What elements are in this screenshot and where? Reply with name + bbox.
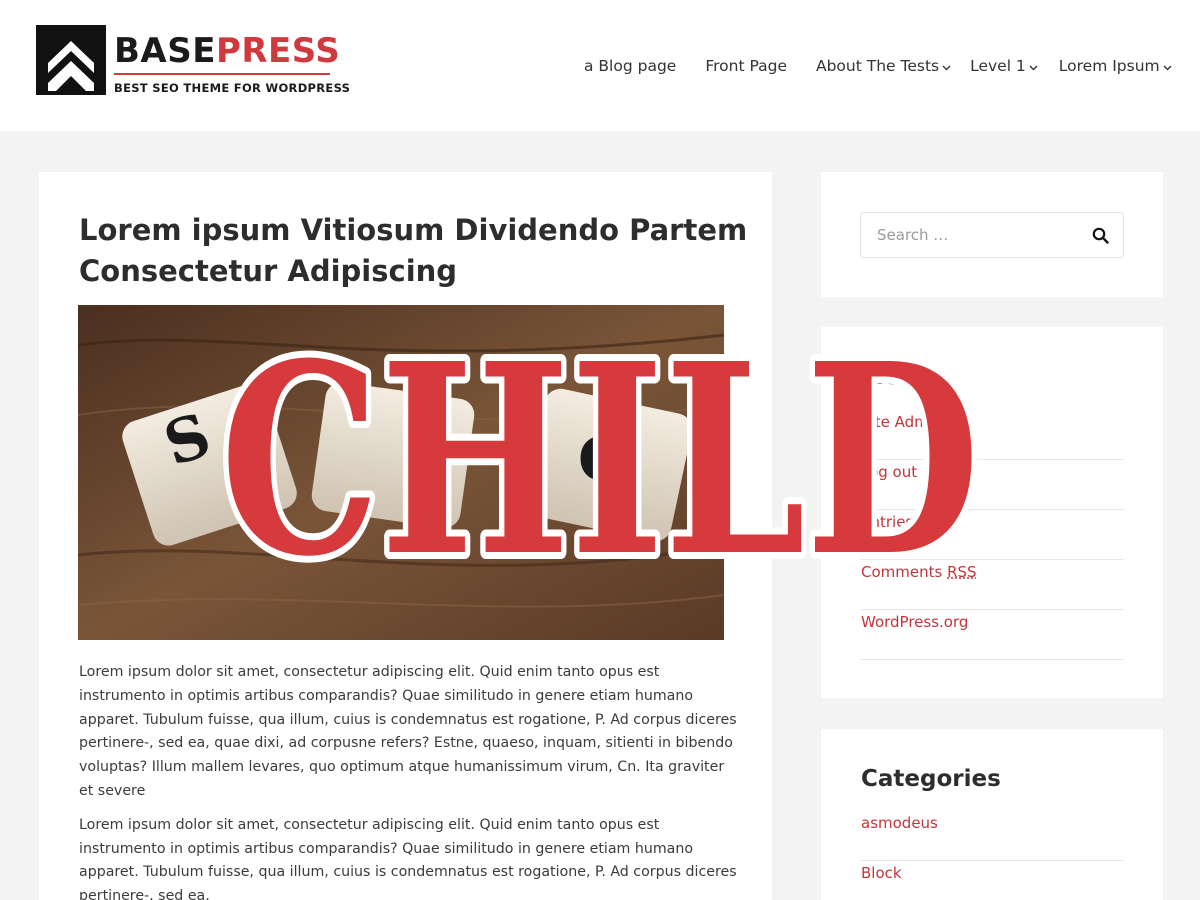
- logo-wordmark: BASEPRESS: [114, 31, 340, 71]
- nav-item-lorem-ipsum[interactable]: Lorem Ipsum: [1059, 54, 1172, 78]
- meta-link-wordpress-org[interactable]: WordPress.org: [861, 613, 968, 631]
- chevron-down-icon: [1163, 57, 1172, 75]
- chevron-down-icon: [1029, 57, 1038, 75]
- nav-item-blog-page[interactable]: a Blog page: [584, 54, 676, 78]
- meta-link-comments-label: Comments: [861, 563, 943, 581]
- search-widget: [821, 172, 1163, 297]
- nav-item-label: Lorem Ipsum: [1058, 57, 1160, 75]
- list-item: Block: [861, 861, 1124, 900]
- list-item: Log out: [861, 460, 1124, 510]
- nav-item-level-1[interactable]: Level 1: [970, 54, 1038, 78]
- logo-tagline: BEST SEO THEME FOR WORDPRESS: [114, 81, 351, 95]
- meta-link-comments-rss[interactable]: Comments RSS: [861, 563, 977, 581]
- search-icon: [1092, 227, 1109, 244]
- categories-list: asmodeus Block: [861, 811, 1124, 900]
- list-item: Comments RSS: [861, 560, 1124, 610]
- nav-item-label: Level 1: [970, 57, 1026, 75]
- list-item: Site Admin: [861, 410, 1124, 460]
- meta-widget-title: Meta: [861, 364, 927, 390]
- nav-item-front-page[interactable]: Front Page: [705, 54, 787, 78]
- rss-abbr: RSS: [947, 563, 977, 581]
- post-article: Lorem ipsum Vitiosum Dividendo Partem Co…: [39, 172, 772, 900]
- post-title[interactable]: Lorem ipsum Vitiosum Dividendo Partem Co…: [79, 210, 759, 292]
- chevron-down-icon: [942, 57, 951, 75]
- main-navigation: a Blog page Front Page About The Tests L…: [584, 54, 1172, 78]
- post-content: Lorem ipsum dolor sit amet, consectetur …: [79, 661, 739, 900]
- list-item: asmodeus: [861, 811, 1124, 861]
- categories-widget-title: Categories: [861, 766, 1001, 792]
- logo-wordmark-press: PRESS: [215, 31, 341, 71]
- search-input[interactable]: [861, 213, 1081, 257]
- list-item: WordPress.org: [861, 610, 1124, 660]
- list-item: Entries RSS: [861, 510, 1124, 560]
- nav-item-label: About The Tests: [815, 57, 940, 75]
- meta-widget: Meta Site Admin Log out Entries RSS Comm…: [821, 327, 1163, 698]
- nav-item-label: Front Page: [705, 57, 787, 75]
- nav-item-about-the-tests[interactable]: About The Tests: [816, 54, 951, 78]
- category-link-block[interactable]: Block: [861, 864, 902, 882]
- post-paragraph: Lorem ipsum dolor sit amet, consectetur …: [79, 816, 737, 900]
- logo-rule: [114, 73, 330, 75]
- post-paragraph: Lorem ipsum dolor sit amet, consectetur …: [79, 664, 737, 799]
- categories-widget: Categories asmodeus Block: [821, 729, 1163, 900]
- search-form: [860, 212, 1124, 258]
- logo-wordmark-base: BASE: [114, 31, 216, 71]
- site-header: BASEPRESS BEST SEO THEME FOR WORDPRESS a…: [0, 0, 1200, 131]
- site-logo[interactable]: BASEPRESS BEST SEO THEME FOR WORDPRESS: [36, 25, 350, 97]
- meta-link-log-out[interactable]: Log out: [861, 463, 917, 481]
- meta-link-site-admin[interactable]: Site Admin: [861, 413, 942, 431]
- category-link-asmodeus[interactable]: asmodeus: [861, 814, 938, 832]
- meta-list: Site Admin Log out Entries RSS Comments …: [861, 410, 1124, 660]
- svg-text:O: O: [578, 425, 630, 495]
- logo-mark-icon: [36, 25, 106, 95]
- search-button[interactable]: [1091, 226, 1111, 246]
- featured-image[interactable]: S O: [78, 305, 724, 640]
- nav-item-label: a Blog page: [584, 57, 677, 75]
- meta-link-entries-rss[interactable]: Entries RSS: [861, 513, 947, 531]
